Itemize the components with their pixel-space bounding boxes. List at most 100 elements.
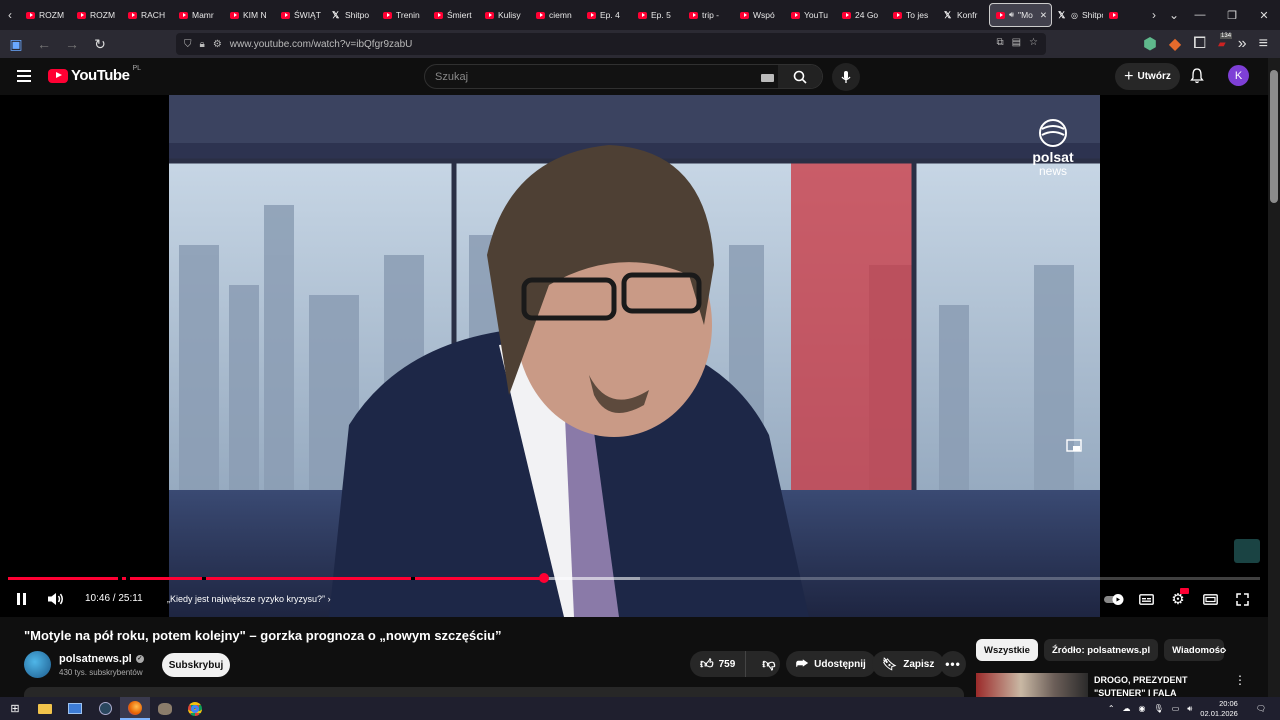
scrubber-handle[interactable] — [538, 573, 549, 583]
browser-tab[interactable]: To jes — [887, 3, 938, 27]
more-tools-chevron-icon[interactable]: » — [1238, 35, 1247, 53]
browser-tab[interactable]: ROZM — [71, 3, 122, 27]
microphone-tray-icon[interactable]: 🎙︎ — [1154, 704, 1164, 713]
browser-tab[interactable]: ciemn — [530, 3, 581, 27]
recommendation-menu-icon[interactable]: ⋮ — [1234, 673, 1246, 687]
more-actions-button[interactable]: ••• — [940, 651, 966, 677]
chapter-button[interactable]: „Kiedy jest największe ryzyko kryzysu?” … — [167, 594, 331, 604]
fox-extension-icon[interactable]: ◆ — [1169, 34, 1181, 54]
create-button[interactable]: + Utwórz — [1115, 63, 1180, 90]
network-icon[interactable]: ▭ — [1172, 704, 1180, 713]
browser-tab[interactable]: RACH — [122, 3, 173, 27]
account-avatar[interactable]: K — [1228, 65, 1249, 86]
ublock-extension-icon[interactable]: ▰ 134 — [1218, 32, 1233, 50]
subscribe-button[interactable]: Subskrybuj — [162, 653, 230, 677]
save-button[interactable]: 🔖︎ Zapisz — [872, 651, 945, 677]
browser-tab[interactable]: KIM N — [224, 3, 275, 27]
chrome-icon[interactable] — [180, 697, 210, 720]
browser-tab[interactable]: trip - — [683, 3, 734, 27]
recommendation-thumbnail[interactable] — [976, 673, 1088, 697]
browser-tab[interactable]: Wspó — [734, 3, 785, 27]
extensions-puzzle-icon[interactable]: ⧠ — [1193, 35, 1206, 53]
address-bar[interactable]: ⛉ 🔒︎ ⚙︎ www.youtube.com/watch?v=ibQfgr9z… — [176, 33, 1046, 55]
tabs-scroll-left-icon[interactable]: ‹ — [0, 0, 20, 30]
tray-app-icon[interactable]: ☁ — [1123, 704, 1131, 713]
vpn-extension-icon[interactable]: ⬢ — [1143, 34, 1157, 54]
lock-icon[interactable]: 🔒︎ — [200, 39, 205, 50]
app-menu-icon[interactable]: ≡ — [1259, 35, 1268, 53]
mute-button[interactable] — [46, 587, 66, 611]
permissions-icon[interactable]: ⚙︎ — [213, 39, 222, 50]
chip-source[interactable]: Źródło: polsatnews.pl — [1043, 639, 1159, 661]
browser-tab[interactable]: 𝕏 ◎Shitpo — [1052, 3, 1103, 27]
firefox-icon[interactable] — [120, 697, 150, 720]
browser-tab[interactable]: ROZM — [20, 3, 71, 27]
sidebar-toggle-icon[interactable]: ▣ — [4, 32, 28, 56]
tabs-scroll-right-icon[interactable]: › — [1144, 0, 1164, 30]
browser-tab[interactable]: 24 Go — [836, 3, 887, 27]
shield-icon[interactable]: ⛉ — [184, 39, 192, 50]
url-text[interactable]: www.youtube.com/watch?v=ibQfgr9zabU — [230, 39, 413, 50]
audio-playing-icon[interactable]: 🔊︎ — [1009, 10, 1014, 20]
page-scrollbar[interactable] — [1268, 58, 1280, 697]
clock[interactable]: 20:06 02.01.2026 — [1200, 699, 1238, 719]
channel-name-link[interactable]: polsatnews.pl ✓ — [59, 653, 144, 665]
like-button[interactable]: 👍︎ 759 — [690, 651, 747, 677]
browser-tab[interactable]: Śmiert — [428, 3, 479, 27]
keyboard-icon[interactable] — [761, 74, 774, 82]
browser-tab[interactable] — [1103, 3, 1123, 27]
browser-tab[interactable]: ŚWIĄT — [275, 3, 326, 27]
youtube-logo[interactable]: YouTube PL — [48, 65, 141, 84]
share-button[interactable]: ⮫ Udostępnij — [786, 651, 876, 677]
restore-icon[interactable]: ❐ — [1216, 0, 1248, 30]
autoplay-toggle[interactable] — [1104, 587, 1124, 611]
chip-news[interactable]: Wiadomośc — [1164, 639, 1225, 661]
dislike-button[interactable]: 👎︎ — [752, 651, 785, 677]
progress-bar[interactable] — [8, 573, 1260, 583]
search-input[interactable]: Szukaj — [435, 71, 468, 83]
minimize-icon[interactable]: — — [1184, 0, 1216, 30]
volume-tray-icon[interactable]: 🔊︎ — [1187, 704, 1192, 714]
theater-mode-button[interactable] — [1202, 587, 1218, 611]
browser-tab[interactable]: Mamr — [173, 3, 224, 27]
monitor-app-icon[interactable] — [60, 697, 90, 720]
reload-icon[interactable]: ↻ — [88, 32, 112, 56]
browser-tab[interactable]: YouTu — [785, 3, 836, 27]
audio-mute-icon[interactable]: ◎ — [1071, 11, 1078, 20]
chips-next-chevron-icon[interactable]: › — [1222, 641, 1227, 657]
close-tab-icon[interactable]: ✕ — [1040, 10, 1047, 21]
notifications-bell-icon[interactable] — [1190, 68, 1204, 89]
voice-search-button[interactable] — [832, 63, 860, 91]
guide-menu-icon[interactable] — [17, 70, 31, 82]
file-explorer-icon[interactable] — [30, 697, 60, 720]
browser-tab[interactable]: Ep. 5 — [632, 3, 683, 27]
fullscreen-button[interactable] — [1234, 587, 1250, 611]
video-frame[interactable]: polsat news — [169, 95, 1100, 617]
tray-steam-icon[interactable]: ◉ — [1139, 704, 1146, 713]
start-windows-icon[interactable]: ⊞ — [0, 697, 30, 720]
back-arrow-icon[interactable]: ← — [32, 32, 56, 56]
browser-tab-active[interactable]: 🔊︎ "Mo ✕ — [989, 3, 1052, 27]
tab-list-chevron-down-icon[interactable]: ⌄ — [1164, 0, 1184, 30]
scrollbar-thumb[interactable] — [1270, 70, 1278, 203]
close-window-icon[interactable]: ✕ — [1248, 0, 1280, 30]
forward-arrow-icon[interactable]: → — [60, 32, 84, 56]
subtitles-button[interactable] — [1138, 587, 1154, 611]
search-box[interactable]: Szukaj — [424, 64, 823, 89]
browser-tab[interactable]: 𝕏 Shitpo — [326, 3, 377, 27]
video-player[interactable]: polsat news 10:46 / 25:11 „Kiedy jest na… — [0, 95, 1268, 617]
channel-watermark[interactable] — [1234, 539, 1260, 563]
search-button[interactable] — [778, 65, 822, 88]
chip-all[interactable]: Wszystkie — [976, 639, 1038, 661]
browser-tab[interactable]: Kulisy — [479, 3, 530, 27]
steam-icon[interactable] — [90, 697, 120, 720]
settings-button[interactable]: ⚙ — [1169, 587, 1189, 611]
recommendation-title[interactable]: DROGO, PREZYDENT "SUTENER" I FALA UKRAIŃ… — [1094, 674, 1224, 697]
picture-in-picture-icon[interactable]: ⧉ — [996, 37, 1003, 48]
bookmark-star-icon[interactable]: ☆ — [1029, 37, 1038, 48]
pause-button[interactable] — [12, 587, 30, 611]
browser-tab[interactable]: Trenin — [377, 3, 428, 27]
notifications-icon[interactable]: 🗨︎ — [1256, 704, 1266, 713]
browser-tab[interactable]: 𝕏 Konfr — [938, 3, 989, 27]
channel-avatar[interactable] — [24, 651, 51, 678]
